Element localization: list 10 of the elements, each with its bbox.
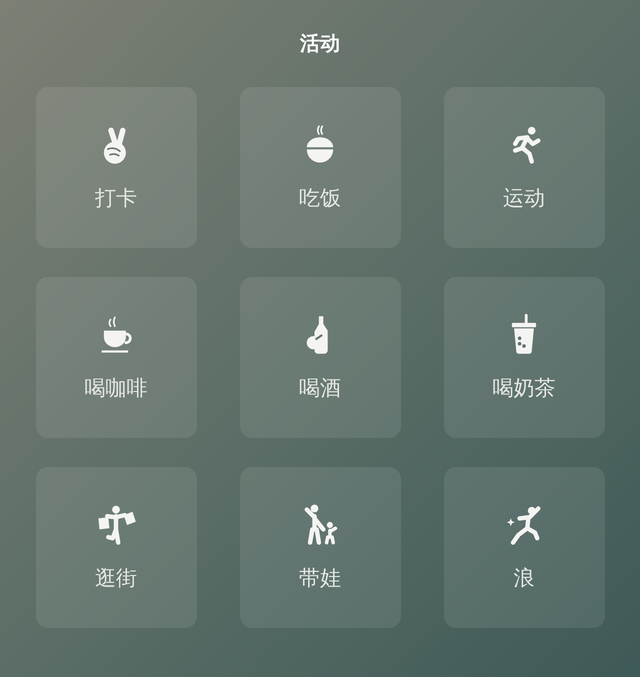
activity-tile[interactable]: 打卡 <box>36 87 196 248</box>
activity-tile[interactable]: 逛街 <box>36 467 196 628</box>
activity-tile[interactable]: 喝奶茶 <box>444 277 604 438</box>
activity-tile[interactable]: 吃饭 <box>240 87 400 248</box>
activity-tile[interactable]: 浪 <box>444 467 604 628</box>
activity-tile[interactable]: 运动 <box>444 87 604 248</box>
activity-tile[interactable]: 喝咖啡 <box>36 277 196 438</box>
panel-title: 活动 <box>300 30 340 57</box>
activity-tile[interactable]: 喝酒 <box>240 277 400 438</box>
activity-tile[interactable]: 带娃 <box>240 467 400 628</box>
